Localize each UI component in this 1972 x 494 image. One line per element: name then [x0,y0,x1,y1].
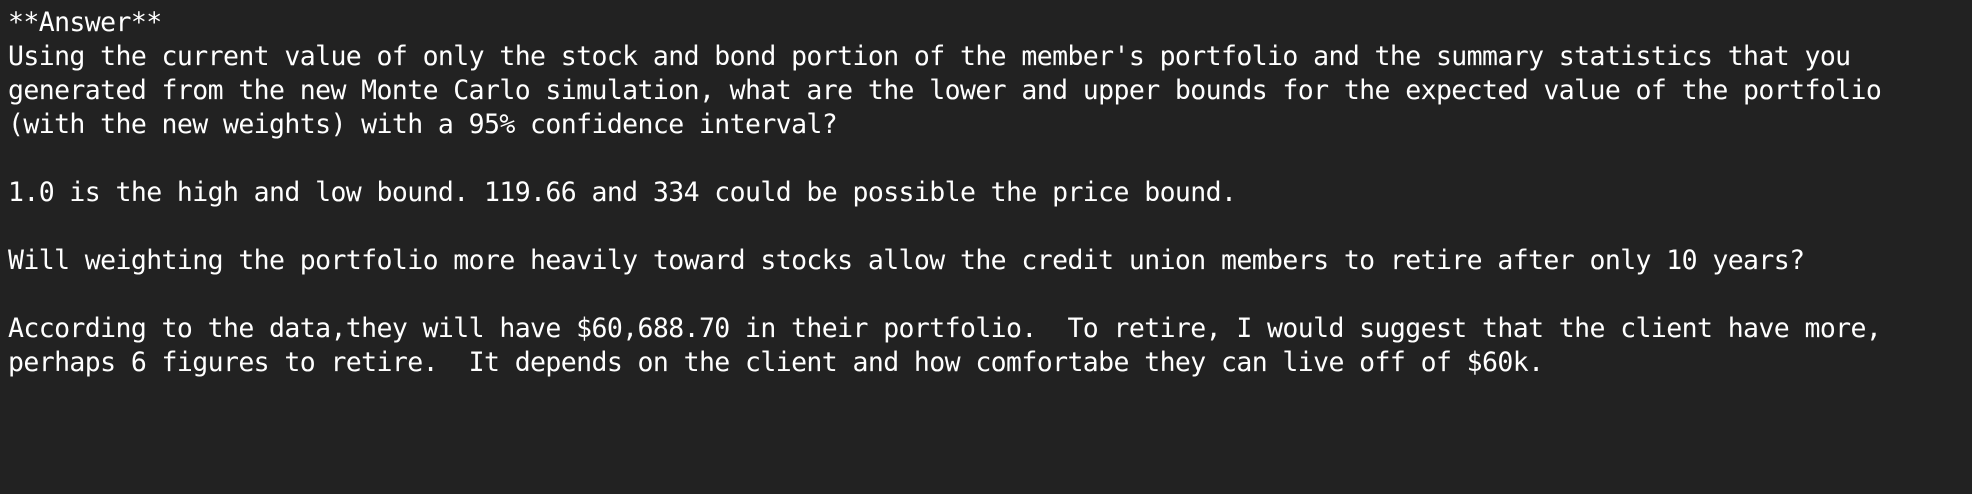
answer-2-line: According to the data,they will have $60… [8,313,1882,344]
answer-1: 1.0 is the high and low bound. 119.66 an… [8,177,1237,208]
question-1-line: Using the current value of only the stoc… [8,41,1851,72]
question-1-line: generated from the new Monte Carlo simul… [8,75,1882,106]
answer-2: According to the data,they will have $60… [8,312,1964,380]
question-1: Using the current value of only the stoc… [8,40,1964,142]
answer-heading: **Answer** [8,7,162,38]
question-2: Will weighting the portfolio more heavil… [8,245,1805,276]
markdown-output-cell: **Answer** Using the current value of on… [8,6,1964,380]
question-1-line: (with the new weights) with a 95% confid… [8,109,838,140]
answer-2-line: perhaps 6 figures to retire. It depends … [8,347,1544,378]
